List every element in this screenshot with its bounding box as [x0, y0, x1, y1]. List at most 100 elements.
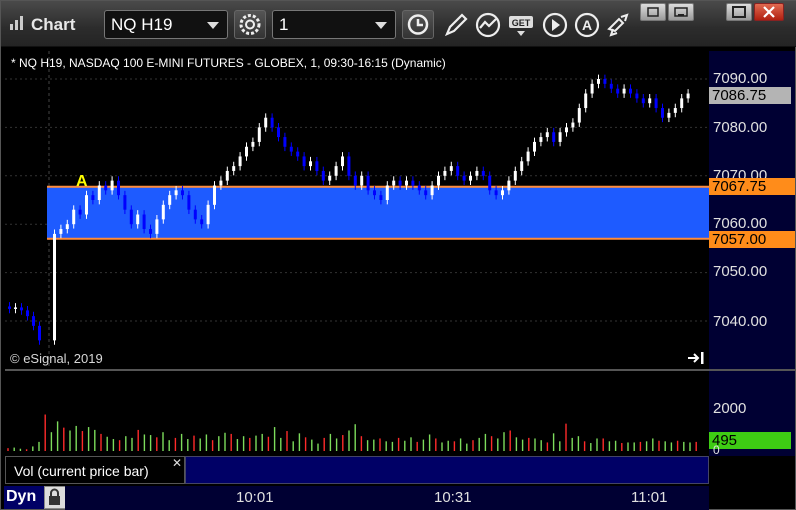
link-arrows-icon[interactable] [605, 11, 633, 39]
candle-body [168, 195, 172, 205]
candle-body [622, 88, 626, 94]
candle-body [53, 233, 56, 341]
candle-body [8, 306, 11, 309]
svg-text:GET: GET [512, 18, 531, 28]
candle-body [283, 137, 287, 147]
candle-body [117, 180, 120, 196]
candle-body [456, 166, 460, 176]
candle-body [91, 195, 95, 200]
candle-body [411, 180, 415, 186]
candle-body [104, 185, 108, 191]
candle-body [654, 98, 658, 109]
candle-body [289, 146, 293, 152]
symbol-combo[interactable]: NQ H19 [104, 10, 228, 39]
chevron-down-icon[interactable] [375, 22, 387, 29]
candle-body [315, 161, 319, 171]
symbol-value: NQ H19 [111, 15, 173, 34]
candle-body [238, 156, 242, 167]
candle-body [302, 156, 306, 167]
toolbar: Chart NQ H19 1 GET A [1, 1, 796, 47]
volume-chart[interactable] [5, 371, 709, 456]
price-tick: 7090.00 [713, 70, 768, 87]
clock-icon [407, 14, 429, 35]
candle-body [539, 137, 543, 142]
pencil-draw-icon[interactable] [442, 11, 470, 39]
candle-body [232, 166, 236, 171]
candle-body [501, 190, 504, 196]
candle-body [251, 141, 255, 147]
candle-body [136, 214, 140, 225]
candle-body [85, 195, 88, 215]
study-graph-icon[interactable] [474, 11, 502, 39]
candle-body [590, 83, 594, 94]
candle-body [257, 127, 261, 142]
candle-body [488, 175, 492, 191]
scroll-to-end-icon[interactable] [687, 351, 705, 365]
candle-body [597, 79, 600, 84]
close-icon [763, 6, 775, 18]
settings-gear-icon [239, 14, 261, 35]
volume-tick: 0 [713, 443, 720, 457]
price-chart[interactable]: A [5, 51, 709, 369]
volume-axis[interactable]: 2000 495 0 [709, 371, 795, 457]
restore-window-button[interactable] [640, 3, 666, 21]
candle-body [14, 307, 17, 309]
candle-body [360, 175, 364, 186]
candle-body [26, 310, 29, 317]
candle-body [78, 209, 82, 215]
copyright-text: © eSignal, 2019 [10, 351, 103, 366]
candle-body [149, 229, 152, 234]
chart-window: Chart NQ H19 1 GET A A * NQ H19, NASDAQ … [0, 0, 796, 510]
candle-body [321, 170, 325, 181]
candle-body [405, 180, 408, 186]
get-data-icon[interactable]: GET [507, 11, 535, 39]
candle-body [424, 190, 428, 196]
candle-body [110, 180, 114, 191]
play-icon[interactable] [541, 11, 569, 39]
close-icon[interactable]: ✕ [172, 456, 182, 470]
interval-value: 1 [279, 15, 289, 34]
candle-body [641, 98, 645, 104]
lock-button[interactable] [44, 486, 66, 509]
volume-legend[interactable]: Vol (current price bar) ✕ [5, 456, 185, 484]
time-tick: 10:01 [236, 489, 274, 506]
zone-rectangle [47, 186, 709, 239]
last-price-tag: 7086.75 [709, 87, 791, 104]
candle-body [32, 316, 35, 326]
candle-body [462, 175, 466, 181]
candle-body [494, 190, 498, 196]
volume-pane[interactable] [5, 371, 709, 456]
interval-combo[interactable]: 1 [272, 10, 396, 39]
time-template-button[interactable] [402, 10, 434, 39]
candle-body [353, 175, 357, 186]
candle-body [373, 190, 376, 196]
candle-body [507, 180, 511, 191]
app-icon [10, 16, 23, 30]
price-axis[interactable]: 7090.00 7080.00 7070.00 7060.00 7050.00 … [709, 51, 795, 369]
time-tick: 10:31 [434, 489, 472, 506]
candle-body [680, 98, 684, 109]
candle-body [475, 170, 479, 176]
candle-body [686, 93, 690, 99]
alert-icon[interactable]: A [573, 11, 601, 39]
settings-button[interactable] [234, 10, 266, 39]
candle-body [366, 175, 370, 191]
candle-body [200, 219, 204, 225]
candle-body [584, 93, 588, 109]
mode-button[interactable]: Dyn [4, 486, 44, 509]
minimize-button[interactable] [668, 3, 694, 21]
close-window-button[interactable] [754, 3, 784, 21]
time-axis[interactable] [65, 486, 709, 510]
candle-body [174, 190, 178, 196]
candle-body [225, 170, 229, 181]
candle-body [609, 83, 613, 89]
candle-body [193, 209, 197, 220]
chevron-down-icon[interactable] [207, 22, 219, 29]
candle-body [552, 132, 556, 142]
candle-body [142, 214, 146, 230]
maximize-button[interactable] [726, 3, 752, 21]
candle-body [443, 170, 447, 176]
candle-body [648, 98, 652, 104]
price-pane[interactable]: A [5, 51, 709, 369]
candle-body [328, 175, 332, 181]
